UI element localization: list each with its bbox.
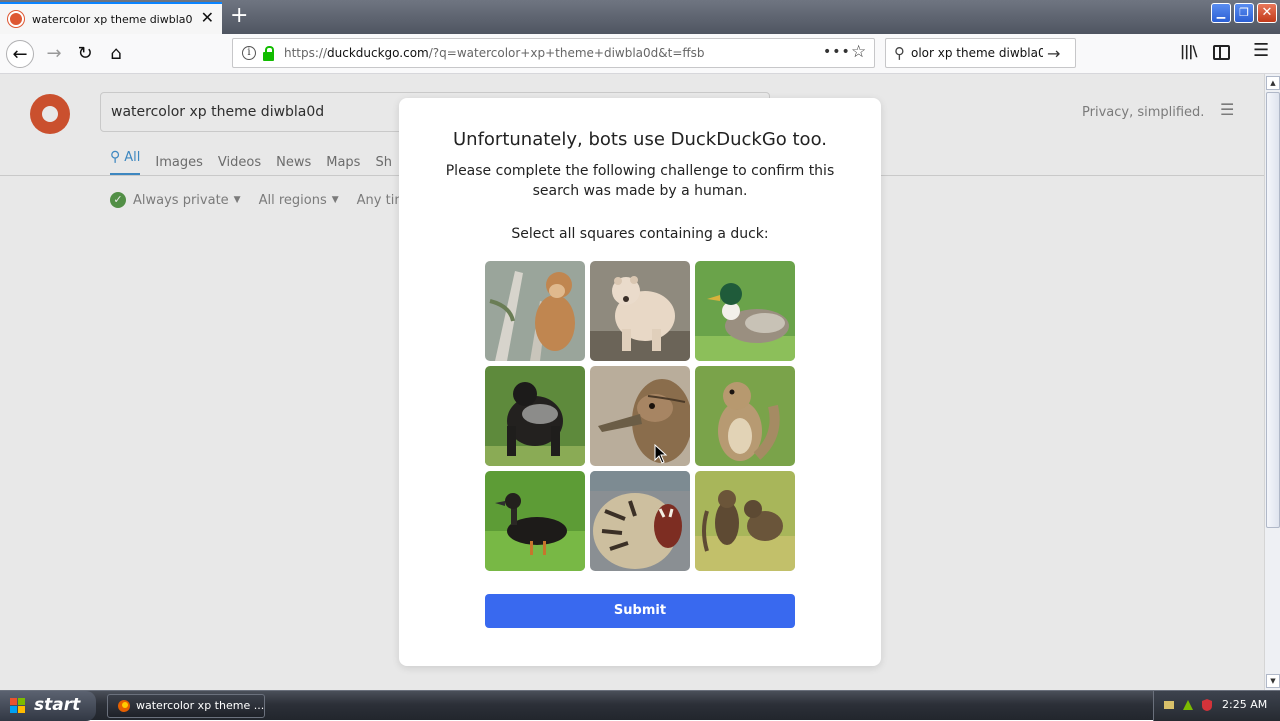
update-icon[interactable] (1181, 698, 1195, 712)
start-button[interactable]: start (0, 691, 96, 721)
navigation-toolbar: ← → ↻ ⌂ i https://duckduckgo.com/?q=wate… (0, 34, 1280, 74)
search-bar[interactable]: ⚲ olor xp theme diwbla0d → (885, 38, 1076, 68)
security-shield-icon[interactable] (1200, 698, 1214, 712)
network-icon[interactable] (1162, 698, 1176, 712)
duck-image (590, 366, 690, 466)
cats-image (695, 471, 795, 571)
duckduckgo-favicon-icon (8, 11, 24, 27)
library-icon[interactable]: |||\ (1180, 44, 1197, 60)
bear-image (590, 261, 690, 361)
tile-monkey[interactable] (485, 261, 585, 361)
forward-button[interactable]: → (40, 40, 68, 68)
squirrel-image (695, 366, 795, 466)
monkey-image (485, 261, 585, 361)
duck-image (485, 471, 585, 571)
scroll-down-icon[interactable]: ▼ (1266, 674, 1280, 688)
scroll-thumb[interactable] (1266, 92, 1280, 528)
gorilla-image (485, 366, 585, 466)
info-icon[interactable]: i (242, 46, 256, 60)
submit-button[interactable]: Submit (485, 594, 795, 628)
tile-duck-mallard[interactable] (695, 261, 795, 361)
minimize-button[interactable]: ▁ (1211, 3, 1231, 23)
taskbar-item-firefox[interactable]: watercolor xp theme ... (107, 694, 265, 718)
lock-icon[interactable] (263, 45, 274, 61)
sidebar-icon[interactable] (1213, 45, 1230, 60)
url-bar[interactable]: i https://duckduckgo.com/?q=watercolor+x… (232, 38, 875, 68)
clock[interactable]: 2:25 AM (1222, 698, 1267, 711)
scroll-up-icon[interactable]: ▲ (1266, 76, 1280, 90)
close-window-button[interactable]: ✕ (1257, 3, 1277, 23)
windows-flag-icon (10, 698, 25, 713)
tile-duck-black[interactable] (485, 471, 585, 571)
challenge-title: Unfortunately, bots use DuckDuckGo too. (453, 129, 827, 150)
tile-bear[interactable] (590, 261, 690, 361)
taskbar: start watercolor xp theme ... 2:25 AM (0, 690, 1280, 721)
bookmark-star-icon[interactable]: ☆ (851, 42, 866, 62)
page-actions-icon[interactable]: ••• (823, 44, 851, 60)
tiger-image (590, 471, 690, 571)
challenge-prompt: Select all squares containing a duck: (511, 226, 769, 242)
image-grid (485, 261, 795, 571)
system-tray: 2:25 AM (1153, 691, 1280, 721)
home-button[interactable]: ⌂ (102, 40, 130, 68)
bot-challenge-modal: Unfortunately, bots use DuckDuckGo too. … (399, 98, 881, 666)
browser-tab[interactable]: watercolor xp theme diwbla0d at D ✕ (0, 2, 222, 34)
tile-squirrel[interactable] (695, 366, 795, 466)
tile-gorilla[interactable] (485, 366, 585, 466)
mouse-cursor-icon (654, 444, 668, 464)
tile-cats[interactable] (695, 471, 795, 571)
tile-duck-closeup[interactable] (590, 366, 690, 466)
tab-close-icon[interactable]: ✕ (201, 9, 214, 27)
challenge-description: Please complete the following challenge … (445, 163, 835, 199)
vertical-scrollbar[interactable]: ▲ ▼ (1264, 74, 1280, 690)
back-button[interactable]: ← (6, 40, 34, 68)
maximize-button[interactable]: ❐ (1234, 3, 1254, 23)
duck-image (695, 261, 795, 361)
menu-icon[interactable]: ☰ (1253, 40, 1269, 61)
new-tab-button[interactable]: + (230, 4, 248, 28)
tile-tiger[interactable] (590, 471, 690, 571)
search-go-icon[interactable]: → (1047, 44, 1060, 63)
tab-title: watercolor xp theme diwbla0d at D (32, 12, 192, 26)
title-bar: watercolor xp theme diwbla0d at D ✕ + ▁ … (0, 0, 1280, 34)
search-icon: ⚲ (894, 44, 905, 62)
search-bar-text[interactable]: olor xp theme diwbla0d (911, 46, 1043, 60)
url-text[interactable]: https://duckduckgo.com/?q=watercolor+xp+… (284, 46, 804, 60)
reload-button[interactable]: ↻ (71, 40, 99, 68)
firefox-icon (118, 700, 130, 712)
